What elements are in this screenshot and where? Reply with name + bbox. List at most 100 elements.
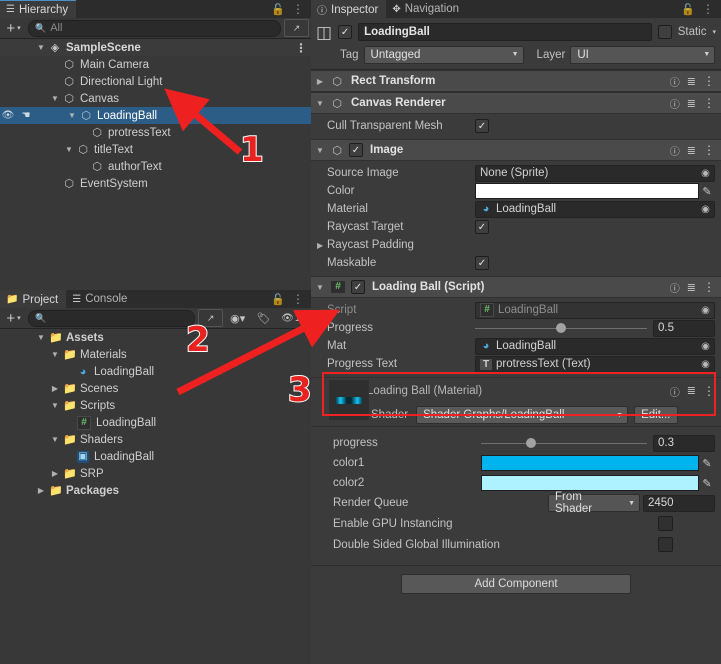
help-icon[interactable]: ⓘ [670,143,680,158]
object-field-mat[interactable]: ◕ LoadingBall ◉ [475,337,715,355]
component-header[interactable]: ▼ ⬡ ✓ Image ⓘ ≣ ⋮ [311,139,721,161]
chevron-down-icon[interactable]: ▼ [315,99,325,108]
chevron-down-icon[interactable]: ▼ [50,350,60,359]
eyedropper-icon[interactable]: ✎ [699,185,715,198]
hierarchy-menu-icon[interactable]: ⋮ [292,3,304,15]
eye-icon[interactable]: 👁 [0,110,16,121]
tree-row[interactable]: ▶ 📁 Scenes [0,380,311,397]
tree-row[interactable]: ▶ 📁 SRP [0,465,311,482]
object-picker-icon[interactable]: ◉ [699,341,712,352]
chevron-down-icon[interactable]: ▼ [36,333,46,342]
component-header[interactable]: ▼ ⬡ Canvas Renderer ⓘ ≣ ⋮ [311,92,721,114]
project-add-button[interactable]: + ▾ [2,310,25,326]
component-enabled-checkbox[interactable]: ✓ [349,143,363,157]
label-filter-icon[interactable]: 🏷 [252,310,275,326]
hidden-items-icon[interactable]: 👁 16 [278,310,309,326]
tree-row[interactable]: ▶ ⬡ EventSystem [0,175,311,192]
number-field-progress[interactable]: 0.3 [653,434,715,452]
object-picker-icon[interactable]: ◉ [699,359,712,370]
color-field-color2[interactable] [481,475,699,491]
chevron-down-icon[interactable]: ▼ [36,43,46,52]
render-queue-value-field[interactable]: 2450 [643,494,715,512]
tree-row[interactable]: ▶ ⬡ protressText [0,124,311,141]
chevron-right-icon[interactable]: ▶ [315,77,325,86]
lock-icon[interactable]: 🔓 [681,3,695,16]
chevron-down-icon[interactable]: ▼ [50,435,60,444]
help-icon[interactable]: ⓘ [670,280,680,295]
project-search-input[interactable]: 🔍 [28,309,196,327]
tree-row-selected[interactable]: 👁 ☚ ▼ ⬡ LoadingBall [0,107,311,124]
tree-row[interactable]: ▶ ⬡ authorText [0,158,311,175]
preset-icon[interactable]: ≣ [687,75,696,88]
tree-row[interactable]: ▶ 📁 Packages [0,482,311,499]
chevron-down-icon[interactable]: ▼ [64,145,74,154]
tree-row[interactable]: ▼ 📁 Scripts [0,397,311,414]
type-filter-icon[interactable]: ◉▾ [226,310,249,326]
slider-knob[interactable] [556,323,566,333]
component-menu-icon[interactable]: ⋮ [703,143,715,157]
tab-inspector[interactable]: ⓘ Inspector [311,0,387,18]
eyedropper-icon[interactable]: ✎ [699,457,715,470]
checkbox-cull-transparent-mesh[interactable]: ✓ [475,119,489,133]
tree-row[interactable]: ▼ ◈ SampleScene ⋮ [0,39,311,56]
object-field-source-image[interactable]: None (Sprite) ◉ [475,164,715,182]
tab-project[interactable]: 📁 Project [0,290,67,308]
tree-row[interactable]: ▶▣ LoadingBall [0,448,311,465]
object-field-material[interactable]: ◕ LoadingBall ◉ [475,200,715,218]
object-field-progress-text[interactable]: TprotressText (Text) ◉ [475,355,715,373]
eyedropper-icon[interactable]: ✎ [699,477,715,490]
lock-icon[interactable]: 🔓 [271,293,285,306]
gpu-instancing-checkbox[interactable]: ✓ [658,516,673,531]
preset-icon[interactable]: ≣ [687,281,696,294]
chevron-right-icon[interactable]: ▶ [36,486,46,495]
layer-dropdown[interactable]: UI ▼ [570,45,716,64]
inspector-menu-icon[interactable]: ⋮ [702,3,714,15]
preset-icon[interactable]: ≣ [687,144,696,157]
checkbox-raycast-target[interactable]: ✓ [475,220,489,234]
object-picker-icon[interactable]: ◉ [699,168,712,179]
color-field-color1[interactable] [481,455,699,471]
help-icon[interactable]: ⓘ [670,96,680,111]
tree-row[interactable]: ▼ ⬡ Canvas [0,90,311,107]
chevron-right-icon[interactable]: ▶ [50,384,60,393]
chevron-right-icon[interactable]: ▶ [317,241,327,250]
hierarchy-search-input[interactable]: 🔍 All [28,19,281,37]
preset-icon[interactable]: ≣ [687,97,696,110]
component-menu-icon[interactable]: ⋮ [703,280,715,294]
chevron-right-icon[interactable]: ▶ [50,469,60,478]
tree-row[interactable]: ▶ ◕ LoadingBall [0,363,311,380]
slider-progress[interactable] [475,321,647,336]
component-header[interactable]: ▶ ⬡ Rect Transform ⓘ ≣ ⋮ [311,70,721,92]
slider-progress[interactable] [481,436,647,451]
object-picker-icon[interactable]: ◉ [699,305,712,316]
component-menu-icon[interactable]: ⋮ [703,96,715,110]
object-name-field[interactable]: LoadingBall [358,23,652,41]
scene-menu-icon[interactable]: ⋮ [295,41,307,55]
static-checkbox[interactable]: ✓ [657,25,672,39]
tree-row[interactable]: ▼ 📁 Materials [0,346,311,363]
object-enabled-checkbox[interactable]: ✓ [338,25,353,39]
project-menu-icon[interactable]: ⋮ [292,293,304,305]
component-enabled-checkbox[interactable]: ✓ [351,280,365,294]
tree-row[interactable]: ▼ 📁 Shaders [0,431,311,448]
expand-search-icon[interactable]: ↗ [284,19,309,37]
lock-icon[interactable]: 🔓 [271,3,285,16]
render-queue-dropdown[interactable]: From Shader ▼ [548,491,640,515]
tree-row[interactable]: ▶ ⬡ Directional Light [0,73,311,90]
tree-row[interactable]: ▶# LoadingBall [0,414,311,431]
tab-hierarchy[interactable]: ☰ Hierarchy [0,0,77,18]
color-field-color[interactable] [475,183,699,199]
chevron-down-icon[interactable]: ▼ [315,283,325,292]
chevron-down-icon[interactable]: ▼ [50,401,60,410]
hierarchy-add-button[interactable]: + ▾ [2,20,25,36]
object-field-script[interactable]: # LoadingBall ◉ [475,301,715,319]
checkbox-maskable[interactable]: ✓ [475,256,489,270]
chevron-down-icon[interactable]: ▼ [315,146,325,155]
chevron-down-icon[interactable]: ▼ [50,94,60,103]
add-component-button[interactable]: Add Component [401,574,631,594]
chevron-down-icon[interactable]: ▼ [67,111,77,120]
slider-knob[interactable] [525,438,536,448]
component-menu-icon[interactable]: ⋮ [703,74,715,88]
help-icon[interactable]: ⓘ [670,74,680,89]
tree-row[interactable]: ▶ ⬡ Main Camera [0,56,311,73]
